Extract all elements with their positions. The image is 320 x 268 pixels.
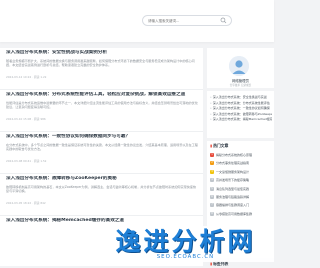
fire-icon: ▮ [210, 143, 213, 148]
watermark-domain: SEO.ECOABC.CN [156, 254, 215, 260]
rank-badge: 3 [210, 169, 214, 174]
article-meta: 2024-03-08 09:41 · 阅读 1.5k [6, 159, 47, 163]
user-avatar-icon [229, 56, 249, 76]
hot-article-text[interactable]: 揭秘分布式系统的核心原理 [216, 153, 252, 157]
rank-badge: 2 [210, 161, 214, 166]
article-summary: 故障转移机制是高可用架构的基石，本文以ZooKeeper为例，讲解选主、会话与监… [6, 185, 196, 194]
rank-badge: 1 [210, 153, 214, 157]
rank-badge: 6 [210, 194, 214, 199]
article-summary: 性能评估是分布式系统运维中最重要的环节之一，本文详细介绍主流性能评估工具的使用方… [6, 101, 198, 110]
hot-article-text[interactable]: 服务治理与链路追踪详解 [216, 195, 249, 199]
hot-article-link[interactable]: 3 一文读懂微服务架构设计 [210, 168, 272, 176]
rank-badge: 8 [210, 211, 214, 216]
article-title[interactable]: 深入浅出分布式系统：安全性挑战与实战案例分析 [6, 50, 201, 56]
latest-article-link[interactable]: 深入浅出分布式系统：揭秘Memcached缓存 [210, 117, 272, 123]
search-icon[interactable] [220, 17, 227, 24]
article-title[interactable]: 深入浅出分布式系统：故障转移与ZooKeeper的奥秘 [6, 176, 201, 182]
hot-article-text[interactable]: 容器编排与集群调度入门 [216, 203, 249, 207]
article-summary: 在分布式系统中，多个节点之间的数据一致性是保证系统可靠性的关键，本文从经典一致性… [6, 143, 198, 152]
hot-article-link[interactable]: 6 服务治理与链路追踪详解 [210, 193, 272, 201]
hot-article-text[interactable]: 消息队列选型与最佳实践 [216, 187, 249, 191]
search-box[interactable] [142, 15, 232, 26]
article-item[interactable]: 深入浅出分布式系统：故障转移与ZooKeeper的奥秘 故障转移机制是高可用架构… [0, 174, 203, 216]
article-meta: 2024-03-12 10:24 · 阅读 1.2k [6, 75, 47, 79]
top-bar [0, 0, 274, 42]
article-item[interactable]: 深入浅出分布式系统：安全性挑战与实战案例分析 随着业务规模不断扩大，系统间的数据… [0, 48, 203, 90]
article-title[interactable]: 深入浅出分布式系统：揭秘Memcached缓存的高效之道 [6, 218, 201, 224]
latest-articles-panel: 深入浅出分布式系统：安全性挑战与实战 深入浅出分布式系统：分布式系统性能评估 深… [207, 91, 274, 138]
search-input[interactable] [148, 16, 208, 25]
avatar[interactable] [229, 56, 249, 76]
article-item[interactable]: 深入浅出分布式系统：一致性协议如何确保数据同步与可靠？ 在分布式系统中，多个节点… [0, 132, 203, 174]
hot-article-text[interactable]: 分布式事务处理实战指南 [216, 161, 249, 165]
watermark: 逸进分析网 SEO.ECOABC.CN [97, 226, 274, 262]
article-title[interactable]: 深入浅出分布式系统：分布式系统性能评估工具，轻松应对复杂挑战，解锁高效运维之道 [6, 92, 201, 98]
hot-article-link[interactable]: 4 高并发场景下的缓存策略 [210, 176, 272, 184]
rank-badge: 7 [210, 203, 214, 208]
article-meta: 2024-03-10 15:08 · 阅读 986 [6, 117, 46, 121]
rank-badge: 4 [210, 178, 214, 183]
hot-article-link[interactable]: 7 容器编排与集群调度入门 [210, 201, 272, 209]
article-title[interactable]: 深入浅出分布式系统：一致性协议如何确保数据同步与可靠？ [6, 134, 201, 140]
latest-article-link[interactable]: 深入浅出分布式系统：一致性协议如何确保 [210, 106, 272, 112]
hot-articles-heading: ▮热门文章 [210, 143, 228, 149]
hot-article-text[interactable]: 一文读懂微服务架构设计 [216, 170, 249, 174]
hot-articles-list: 1 揭秘分布式系统的核心原理 2 分布式事务处理实战指南 3 一文读懂微服务架构设计 … [210, 151, 272, 218]
hot-article-link[interactable]: 5 消息队列选型与最佳实践 [210, 185, 272, 193]
watermark-title: 逸进分析网 [115, 227, 256, 256]
hot-article-text[interactable]: 高并发场景下的缓存策略 [216, 178, 249, 182]
latest-article-link[interactable]: 深入浅出分布式系统：安全性挑战与实战 [210, 95, 272, 101]
profile-card: 网络管理员 分享技术 记录成长 [207, 48, 274, 88]
hot-article-link[interactable]: 8 从零搭建高可用数据库集群 [210, 210, 272, 218]
article-meta: 2024-03-05 18:22 · 阅读 842 [6, 201, 46, 205]
latest-articles-list: 深入浅出分布式系统：安全性挑战与实战 深入浅出分布式系统：分布式系统性能评估 深… [210, 95, 272, 123]
hot-article-text[interactable]: 从零搭建高可用数据库集群 [216, 212, 252, 216]
hot-articles-title: 热门文章 [213, 143, 229, 148]
hot-article-link[interactable]: 2 分布式事务处理实战指南 [210, 159, 272, 167]
article-item[interactable]: 深入浅出分布式系统：分布式系统性能评估工具，轻松应对复杂挑战，解锁高效运维之道 … [0, 90, 203, 132]
rank-badge: 5 [210, 186, 214, 191]
article-summary: 随着业务规模不断扩大，系统间的数据交换与服务调用越来越频繁，如何保障分布式环境下… [6, 59, 195, 68]
hot-article-link[interactable]: 1 揭秘分布式系统的核心原理 [210, 151, 272, 159]
profile-subtitle: 分享技术 记录成长 [229, 84, 252, 87]
